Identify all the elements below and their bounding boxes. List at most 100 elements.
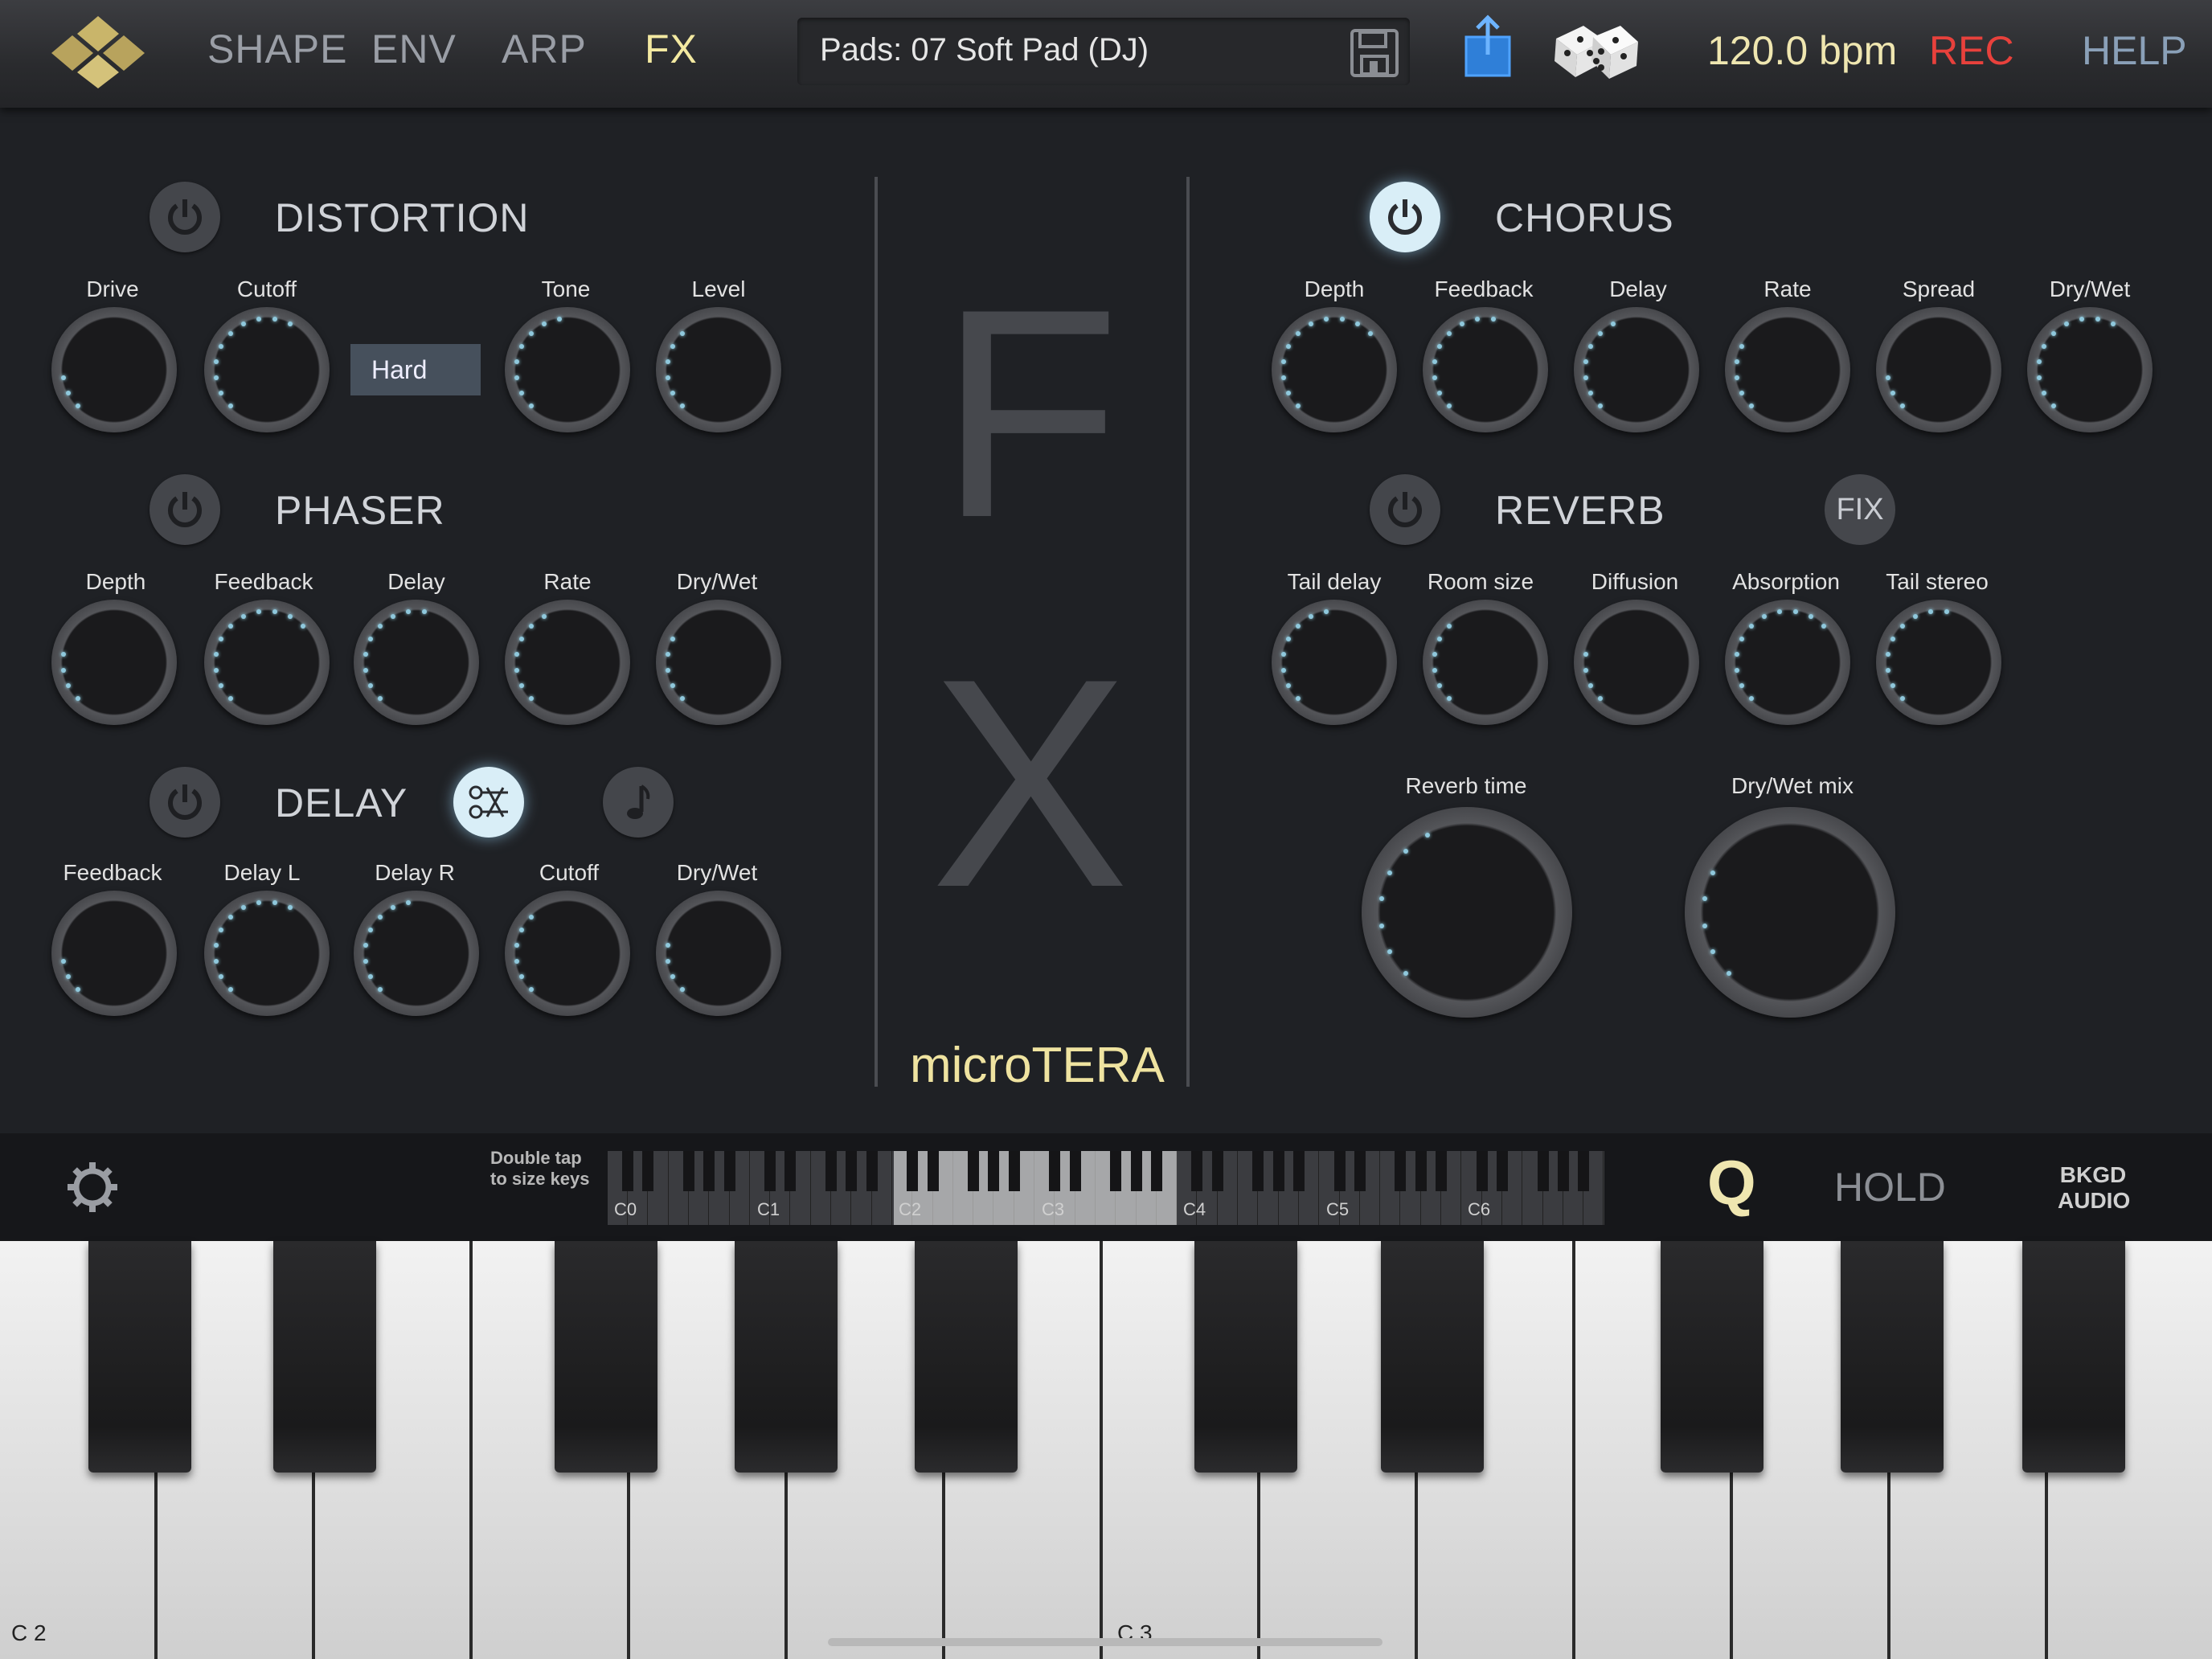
- mini-black-key: [723, 1151, 735, 1191]
- chorus-spread-knob[interactable]: [1876, 307, 2001, 432]
- knob-indicator-dot: [1739, 636, 1744, 641]
- knob-indicator-dot: [422, 608, 427, 614]
- absorption-knob[interactable]: [1725, 600, 1850, 725]
- knob-indicator-dot: [1809, 614, 1814, 619]
- black-key[interactable]: [555, 1241, 657, 1473]
- knob-indicator-dot: [1885, 668, 1890, 673]
- preset-selector[interactable]: Pads: 07 Soft Pad (DJ): [797, 18, 1410, 85]
- delay-l-knob[interactable]: [204, 891, 330, 1016]
- tone-knob[interactable]: [505, 307, 630, 432]
- chorus-delay-knob[interactable]: [1574, 307, 1699, 432]
- knob-indicator-dot: [1280, 651, 1286, 657]
- delay-crossfeed-button[interactable]: [453, 767, 524, 838]
- knob-label: Feedback: [63, 860, 162, 885]
- knob-indicator-dot: [368, 974, 373, 980]
- black-key[interactable]: [1381, 1241, 1484, 1473]
- black-key[interactable]: [1661, 1241, 1763, 1473]
- reverb-time-knob[interactable]: [1362, 807, 1572, 1018]
- mini-black-key: [1150, 1151, 1162, 1191]
- dice-icon[interactable]: [1551, 21, 1641, 86]
- room-size-knob[interactable]: [1423, 600, 1548, 725]
- distortion-power-button[interactable]: [150, 182, 220, 252]
- delay-r-knob[interactable]: [354, 891, 479, 1016]
- mini-black-key: [1354, 1151, 1366, 1191]
- phaser-drywet-knob[interactable]: [656, 600, 781, 725]
- knob-indicator-dot: [1739, 343, 1744, 349]
- delay-drywet-knob[interactable]: [656, 891, 781, 1016]
- knob-indicator-dot: [272, 316, 277, 322]
- chorus-depth-knob[interactable]: [1272, 307, 1397, 432]
- note-label-c2: C 2: [11, 1620, 47, 1645]
- delay-power-button[interactable]: [150, 767, 220, 838]
- tab-arp[interactable]: ARP: [502, 26, 587, 72]
- black-key[interactable]: [273, 1241, 376, 1473]
- black-key[interactable]: [2022, 1241, 2125, 1473]
- gear-icon[interactable]: [66, 1161, 119, 1218]
- chorus-drywet-knob[interactable]: [2027, 307, 2153, 432]
- knob-indicator-dot: [679, 330, 685, 336]
- chorus-feedback-knob[interactable]: [1423, 307, 1548, 432]
- cutoff-knob[interactable]: [204, 307, 330, 432]
- knob-indicator-dot: [2063, 322, 2069, 326]
- knob-indicator-dot: [1899, 623, 1905, 629]
- logo-icon[interactable]: [42, 14, 154, 90]
- tab-env[interactable]: ENV: [371, 26, 457, 72]
- tail-stereo-knob[interactable]: [1876, 600, 2001, 725]
- octave-label: C6: [1468, 1199, 1491, 1219]
- phaser-feedback-knob[interactable]: [204, 600, 330, 725]
- knob-indicator-dot: [670, 391, 675, 396]
- rec-button[interactable]: REC: [1929, 27, 2014, 74]
- knob-indicator-dot: [1597, 403, 1603, 409]
- tail-delay-knob[interactable]: [1272, 600, 1397, 725]
- share-icon[interactable]: [1461, 14, 1514, 83]
- knob-indicator-dot: [519, 927, 524, 932]
- black-key[interactable]: [735, 1241, 838, 1473]
- delay-cutoff-knob[interactable]: [505, 891, 630, 1016]
- black-key[interactable]: [915, 1241, 1018, 1473]
- black-key[interactable]: [1194, 1241, 1297, 1473]
- tab-fx[interactable]: FX: [645, 26, 698, 72]
- distortion-title: DISTORTION: [275, 195, 530, 240]
- knob-label: Room size: [1427, 569, 1534, 594]
- knob-indicator-dot: [1583, 668, 1588, 673]
- knob-indicator-dot: [1437, 636, 1442, 641]
- black-key[interactable]: [88, 1241, 191, 1473]
- delay-sync-button[interactable]: [603, 767, 674, 838]
- chorus-power-button[interactable]: [1370, 182, 1440, 252]
- black-key[interactable]: [1841, 1241, 1944, 1473]
- reverb-fix-button[interactable]: FIX: [1825, 474, 1895, 545]
- bpm-display[interactable]: 120.0 bpm: [1707, 27, 1897, 74]
- mini-black-key: [1496, 1151, 1508, 1191]
- level-knob[interactable]: [656, 307, 781, 432]
- knob-indicator-dot: [1432, 375, 1437, 380]
- phaser-power-button[interactable]: [150, 474, 220, 545]
- knob-indicator-dot: [1885, 375, 1890, 380]
- reverb-drywet-mix-knob[interactable]: [1685, 807, 1895, 1018]
- knob-indicator-dot: [670, 636, 675, 641]
- background-audio-button[interactable]: BKGD AUDIO: [2058, 1162, 2130, 1214]
- phaser-title: PHASER: [275, 488, 445, 533]
- knob-indicator-dot: [1702, 923, 1707, 928]
- diffusion-knob[interactable]: [1574, 600, 1699, 725]
- chorus-rate-knob[interactable]: [1725, 307, 1850, 432]
- knob-indicator-dot: [1387, 948, 1393, 954]
- knob-indicator-dot: [390, 614, 395, 619]
- phaser-delay-knob[interactable]: [354, 600, 479, 725]
- knob-indicator-dot: [1280, 668, 1286, 673]
- phaser-rate-knob[interactable]: [505, 600, 630, 725]
- knob-label: Dry/Wet: [676, 569, 758, 594]
- quantize-button[interactable]: Q: [1707, 1146, 1756, 1219]
- drive-knob[interactable]: [51, 307, 177, 432]
- mini-keyboard-range[interactable]: C0 C1 C2 C3 C4 C5 C6: [608, 1151, 1604, 1225]
- hold-button[interactable]: HOLD: [1834, 1164, 1946, 1210]
- knob-indicator-dot: [1710, 870, 1716, 876]
- knob-indicator-dot: [1368, 330, 1374, 336]
- help-button[interactable]: HELP: [2082, 27, 2187, 74]
- delay-feedback-knob[interactable]: [51, 891, 177, 1016]
- tab-shape[interactable]: SHAPE: [207, 26, 348, 72]
- distortion-mode-selector[interactable]: Hard: [350, 344, 481, 395]
- save-icon[interactable]: [1349, 27, 1400, 83]
- knob-indicator-dot: [1286, 391, 1291, 396]
- reverb-power-button[interactable]: [1370, 474, 1440, 545]
- phaser-depth-knob[interactable]: [51, 600, 177, 725]
